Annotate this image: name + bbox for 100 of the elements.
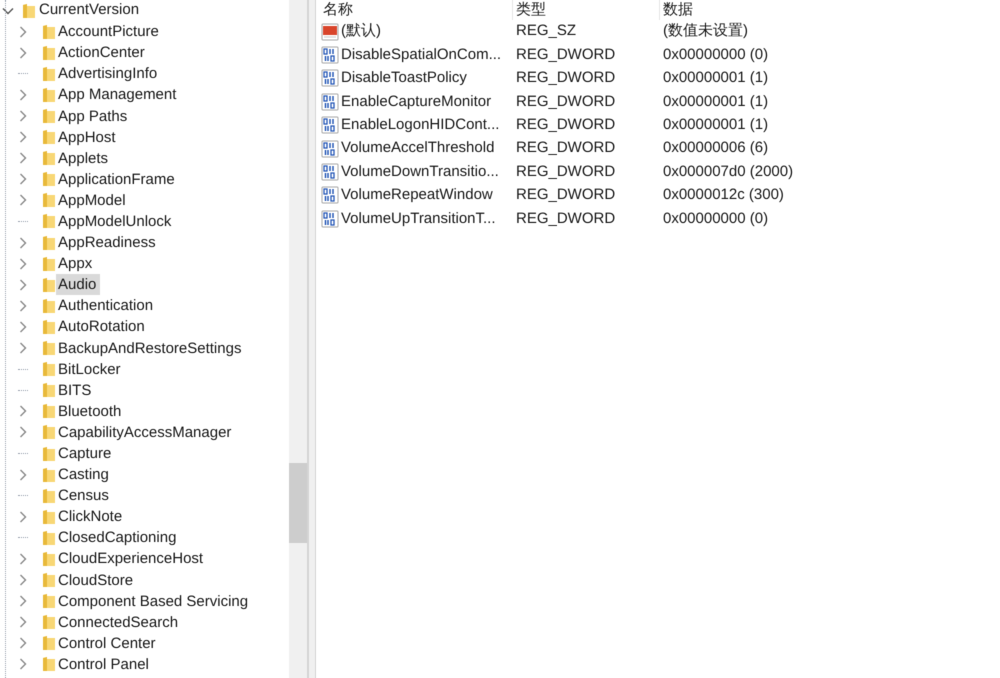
tree-item[interactable]: Component Based Servicing bbox=[56, 590, 252, 612]
tree-item[interactable]: BITS bbox=[56, 380, 96, 401]
chevron-right-icon[interactable] bbox=[19, 173, 27, 186]
value-data: 0x000007d0 (2000) bbox=[662, 162, 794, 182]
column-header[interactable]: 数据 bbox=[660, 0, 1000, 20]
chevron-right-icon[interactable] bbox=[19, 637, 27, 650]
value-name[interactable]: VolumeDownTransitio... bbox=[341, 160, 499, 184]
chevron-right-icon[interactable] bbox=[19, 405, 27, 418]
tree-item[interactable]: BitLocker bbox=[56, 358, 125, 380]
folder-icon bbox=[42, 318, 56, 335]
folder-icon bbox=[42, 340, 56, 356]
tree-item[interactable]: ConnectedSearch bbox=[56, 612, 182, 633]
binary-value-icon bbox=[321, 186, 339, 204]
value-name[interactable]: DisableToastPolicy bbox=[341, 67, 467, 90]
tree-item[interactable]: Applets bbox=[56, 148, 112, 169]
chevron-right-icon[interactable] bbox=[19, 88, 27, 101]
folder-icon bbox=[42, 129, 56, 146]
value-type: REG_DWORD bbox=[515, 68, 616, 88]
chevron-down-icon[interactable] bbox=[2, 6, 14, 15]
tree-item[interactable]: Audio bbox=[56, 274, 100, 296]
value-name[interactable]: EnableLogonHIDCont... bbox=[341, 114, 500, 136]
folder-icon bbox=[42, 44, 56, 61]
value-type: REG_DWORD bbox=[515, 208, 616, 229]
tree-item[interactable]: ActionCenter bbox=[56, 42, 149, 64]
folder-icon bbox=[42, 256, 56, 272]
value-name[interactable]: (默认) bbox=[341, 20, 381, 43]
chevron-right-icon[interactable] bbox=[19, 426, 27, 438]
tree-item[interactable]: Authentication bbox=[56, 295, 158, 316]
chevron-right-icon[interactable] bbox=[19, 468, 27, 481]
folder-icon bbox=[42, 171, 56, 188]
tree-item[interactable]: Census bbox=[56, 485, 113, 506]
value-data: 0x00000001 (1) bbox=[662, 68, 768, 88]
value-name[interactable]: EnableCaptureMonitor bbox=[341, 90, 492, 114]
tree-item[interactable]: Bluetooth bbox=[56, 400, 126, 422]
column-header[interactable]: 类型 bbox=[513, 0, 660, 20]
chevron-right-icon[interactable] bbox=[19, 300, 27, 312]
value-data: 0x0000012c (300) bbox=[662, 185, 784, 206]
tree-item[interactable]: AppReadiness bbox=[56, 232, 160, 254]
value-name[interactable]: VolumeRepeatWindow bbox=[341, 184, 493, 207]
tree-item[interactable]: Appx bbox=[56, 253, 96, 274]
binary-value-icon bbox=[321, 92, 339, 111]
tree-item[interactable]: ApplicationFrame bbox=[56, 168, 179, 190]
chevron-right-icon[interactable] bbox=[19, 574, 27, 586]
tree-item[interactable]: ClosedCaptioning bbox=[56, 527, 180, 548]
chevron-right-icon[interactable] bbox=[19, 131, 27, 144]
tree-item[interactable]: AdvertisingInfo bbox=[56, 63, 162, 84]
chevron-right-icon[interactable] bbox=[19, 46, 27, 59]
tree-item[interactable]: ClickNote bbox=[56, 506, 126, 528]
chevron-right-icon[interactable] bbox=[19, 342, 27, 354]
binary-value-icon bbox=[321, 46, 339, 64]
tree-item[interactable]: Casting bbox=[56, 464, 113, 486]
tree-item[interactable]: Control Panel bbox=[56, 654, 153, 675]
chevron-right-icon[interactable] bbox=[19, 658, 27, 670]
chevron-right-icon[interactable] bbox=[19, 552, 27, 565]
value-name[interactable]: VolumeAccelThreshold bbox=[341, 137, 494, 160]
tree-item[interactable]: AutoRotation bbox=[56, 316, 149, 338]
tree-item[interactable]: Capture bbox=[56, 443, 116, 464]
tree-item[interactable]: BackupAndRestoreSettings bbox=[56, 338, 246, 359]
tree-item[interactable]: App Paths bbox=[56, 106, 132, 127]
chevron-right-icon[interactable] bbox=[19, 595, 27, 608]
value-type: REG_DWORD bbox=[515, 44, 616, 65]
chevron-right-icon[interactable] bbox=[19, 110, 27, 122]
tree-item[interactable]: Control Center bbox=[56, 632, 160, 654]
tree-item[interactable]: App Management bbox=[56, 84, 180, 106]
folder-icon bbox=[42, 382, 56, 398]
folder-icon bbox=[42, 150, 56, 166]
chevron-right-icon[interactable] bbox=[19, 26, 27, 38]
value-name[interactable]: VolumeUpTransitionT... bbox=[341, 208, 496, 230]
tree-item[interactable]: AppHost bbox=[56, 126, 120, 148]
value-data: 0x00000001 (1) bbox=[662, 92, 768, 112]
tree-item[interactable]: CapabilityAccessManager bbox=[56, 422, 236, 443]
scrollbar[interactable] bbox=[289, 0, 307, 678]
folder-icon bbox=[22, 2, 36, 19]
binary-value-icon bbox=[321, 163, 339, 182]
value-type: REG_DWORD bbox=[515, 162, 616, 182]
chevron-right-icon[interactable] bbox=[19, 194, 27, 206]
value-type: REG_DWORD bbox=[515, 92, 616, 112]
chevron-right-icon[interactable] bbox=[19, 258, 27, 270]
scrollbar-thumb[interactable] bbox=[289, 463, 307, 543]
folder-icon bbox=[42, 213, 56, 230]
value-name[interactable]: DisableSpatialOnCom... bbox=[341, 44, 502, 66]
folder-icon bbox=[42, 234, 56, 251]
chevron-right-icon[interactable] bbox=[19, 278, 27, 291]
tree-item[interactable]: AccountPicture bbox=[56, 21, 163, 42]
chevron-right-icon[interactable] bbox=[19, 236, 27, 249]
tree-item[interactable]: CurrentVersion bbox=[38, 0, 140, 22]
folder-icon bbox=[42, 108, 56, 124]
tree-item[interactable]: CloudExperienceHost bbox=[56, 548, 208, 570]
column-header[interactable]: 名称 bbox=[320, 0, 513, 20]
tree-item[interactable]: AppModel bbox=[56, 190, 130, 211]
chevron-right-icon[interactable] bbox=[19, 152, 27, 164]
tree-item[interactable]: CloudStore bbox=[56, 570, 138, 591]
value-type: REG_DWORD bbox=[515, 185, 616, 206]
chevron-right-icon[interactable] bbox=[19, 320, 27, 333]
folder-icon bbox=[42, 593, 56, 610]
folder-icon bbox=[42, 488, 56, 504]
folder-icon bbox=[42, 614, 56, 630]
chevron-right-icon[interactable] bbox=[19, 510, 27, 523]
tree-item[interactable]: AppModelUnlock bbox=[56, 210, 176, 232]
chevron-right-icon[interactable] bbox=[19, 616, 27, 628]
